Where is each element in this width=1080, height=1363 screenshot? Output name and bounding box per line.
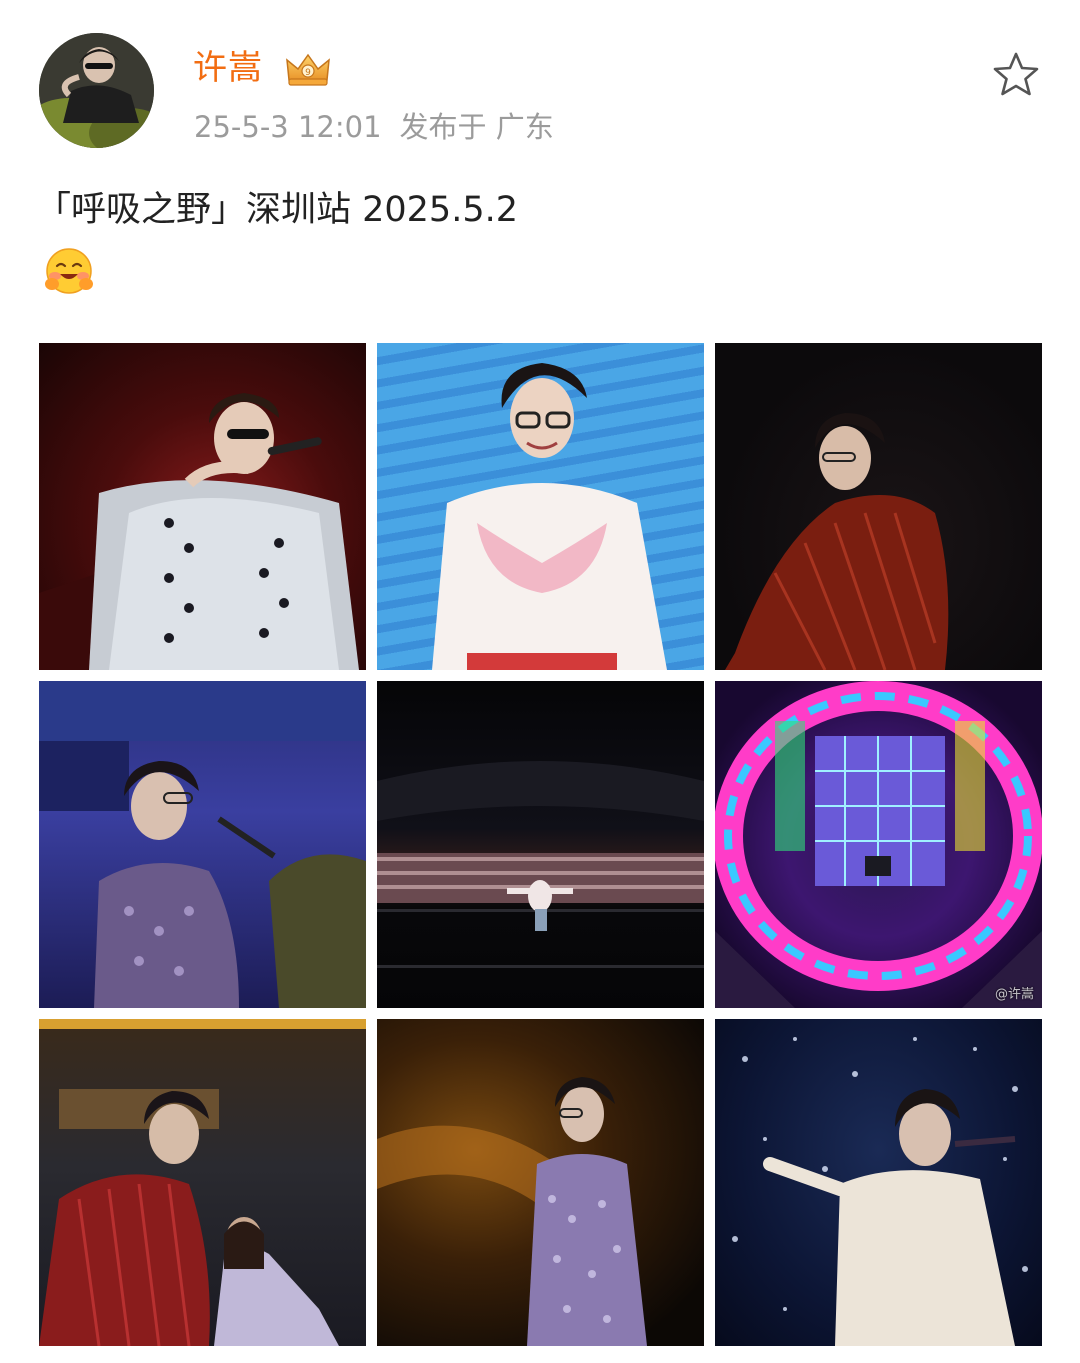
author-name[interactable]: 许嵩 xyxy=(193,44,263,92)
photo-4[interactable] xyxy=(39,681,366,1008)
singer-white-shirt-photo xyxy=(432,363,667,670)
singer-snow-photo xyxy=(732,1037,1028,1346)
singer-red-velvet-photo xyxy=(725,413,949,670)
singer-silver-shirt-photo xyxy=(39,393,359,670)
singer-at-piano-photo xyxy=(39,681,366,1008)
photo-2[interactable] xyxy=(377,343,704,670)
image-grid: @许嵩 xyxy=(39,343,1042,1346)
stadium-crowd-photo xyxy=(377,761,704,968)
photo-9[interactable] xyxy=(715,1019,1042,1346)
singer-with-child-photo xyxy=(39,1019,366,1346)
post-time: 25-5-3 12:01 xyxy=(194,110,382,144)
weibo-post: 许嵩 9 25-5-3 12:01 发布于 广东 「呼吸之野」深圳站 2025.5… xyxy=(0,0,1080,1363)
photo-8[interactable] xyxy=(377,1019,704,1346)
photo-1[interactable] xyxy=(39,343,366,670)
image-watermark: @许嵩 xyxy=(994,987,1034,1002)
avatar-image xyxy=(39,33,154,148)
photo-3[interactable] xyxy=(715,343,1042,670)
post-location: 发布于 广东 xyxy=(399,110,554,144)
photo-5[interactable] xyxy=(377,681,704,1008)
post-text: 「呼吸之野」深圳站 2025.5.2 xyxy=(36,190,518,230)
post-meta: 25-5-3 12:01 发布于 广东 xyxy=(194,107,554,147)
author-avatar[interactable] xyxy=(39,33,154,148)
star-icon[interactable] xyxy=(991,50,1041,98)
stage-overhead-photo xyxy=(715,681,1042,1008)
singer-sequin-photo xyxy=(377,1077,647,1346)
hug-face-emoji xyxy=(45,248,93,294)
crown-badge-icon[interactable]: 9 xyxy=(283,50,333,88)
photo-7[interactable] xyxy=(39,1019,366,1346)
photo-6[interactable]: @许嵩 xyxy=(715,681,1042,1008)
svg-text:9: 9 xyxy=(305,68,311,78)
